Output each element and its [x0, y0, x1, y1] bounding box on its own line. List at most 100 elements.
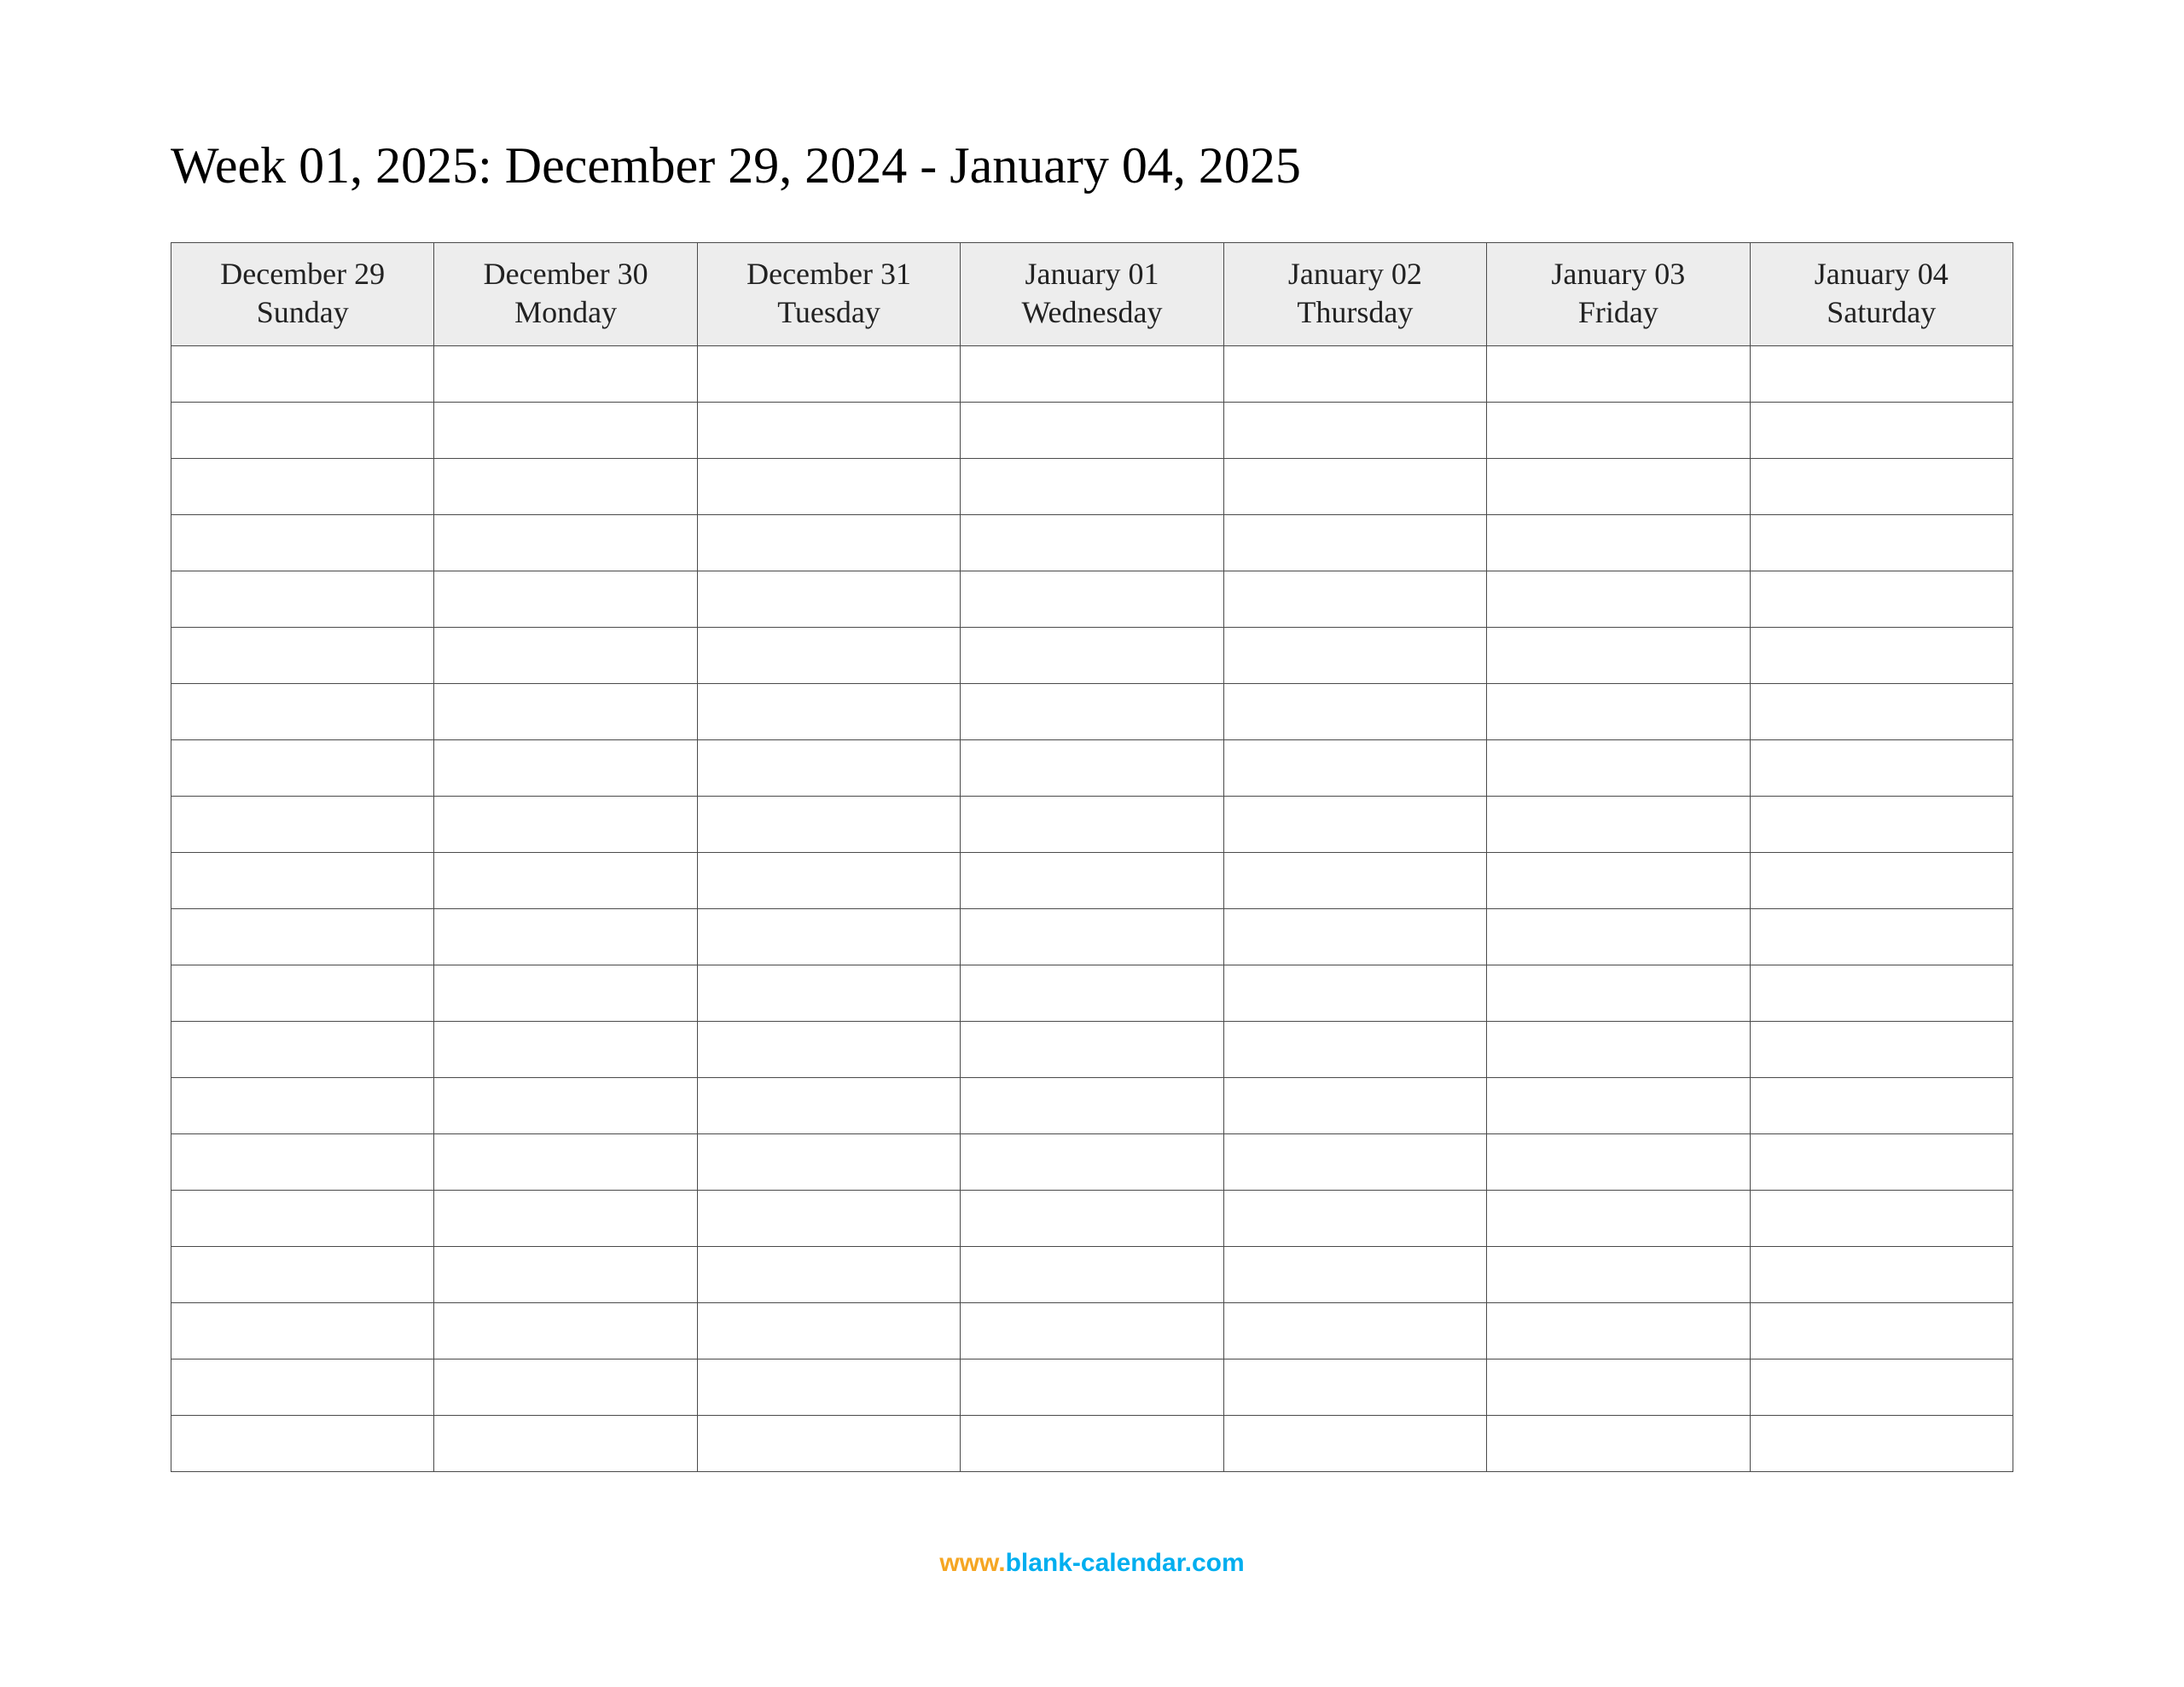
calendar-cell[interactable]: [1750, 1022, 2013, 1078]
calendar-cell[interactable]: [434, 628, 697, 684]
calendar-cell[interactable]: [434, 1416, 697, 1472]
calendar-cell[interactable]: [171, 853, 434, 909]
calendar-cell[interactable]: [1487, 1416, 1750, 1472]
calendar-cell[interactable]: [1487, 684, 1750, 740]
calendar-cell[interactable]: [1223, 571, 1486, 628]
calendar-cell[interactable]: [1223, 403, 1486, 459]
calendar-cell[interactable]: [1223, 1247, 1486, 1303]
calendar-cell[interactable]: [961, 1359, 1223, 1416]
calendar-cell[interactable]: [1223, 965, 1486, 1022]
calendar-cell[interactable]: [434, 740, 697, 797]
calendar-cell[interactable]: [1750, 1416, 2013, 1472]
calendar-cell[interactable]: [434, 1303, 697, 1359]
calendar-cell[interactable]: [171, 797, 434, 853]
calendar-cell[interactable]: [434, 1247, 697, 1303]
calendar-cell[interactable]: [1223, 515, 1486, 571]
calendar-cell[interactable]: [697, 571, 960, 628]
calendar-cell[interactable]: [434, 965, 697, 1022]
calendar-cell[interactable]: [1487, 1359, 1750, 1416]
calendar-cell[interactable]: [1750, 853, 2013, 909]
calendar-cell[interactable]: [171, 1303, 434, 1359]
calendar-cell[interactable]: [697, 797, 960, 853]
calendar-cell[interactable]: [1750, 1359, 2013, 1416]
calendar-cell[interactable]: [697, 1247, 960, 1303]
calendar-cell[interactable]: [1750, 628, 2013, 684]
calendar-cell[interactable]: [697, 1416, 960, 1472]
calendar-cell[interactable]: [1750, 403, 2013, 459]
calendar-cell[interactable]: [1223, 459, 1486, 515]
calendar-cell[interactable]: [961, 1247, 1223, 1303]
calendar-cell[interactable]: [961, 797, 1223, 853]
calendar-cell[interactable]: [1487, 628, 1750, 684]
calendar-cell[interactable]: [697, 1078, 960, 1134]
calendar-cell[interactable]: [697, 403, 960, 459]
calendar-cell[interactable]: [171, 515, 434, 571]
calendar-cell[interactable]: [1750, 1134, 2013, 1191]
calendar-cell[interactable]: [171, 1359, 434, 1416]
calendar-cell[interactable]: [1750, 684, 2013, 740]
calendar-cell[interactable]: [1223, 346, 1486, 403]
calendar-cell[interactable]: [171, 1078, 434, 1134]
calendar-cell[interactable]: [961, 1134, 1223, 1191]
calendar-cell[interactable]: [434, 346, 697, 403]
calendar-cell[interactable]: [1750, 515, 2013, 571]
calendar-cell[interactable]: [1223, 909, 1486, 965]
calendar-cell[interactable]: [961, 628, 1223, 684]
calendar-cell[interactable]: [171, 403, 434, 459]
calendar-cell[interactable]: [434, 1022, 697, 1078]
calendar-cell[interactable]: [1487, 571, 1750, 628]
calendar-cell[interactable]: [961, 1022, 1223, 1078]
calendar-cell[interactable]: [1487, 1303, 1750, 1359]
calendar-cell[interactable]: [961, 684, 1223, 740]
calendar-cell[interactable]: [1223, 684, 1486, 740]
calendar-cell[interactable]: [171, 965, 434, 1022]
calendar-cell[interactable]: [697, 515, 960, 571]
calendar-cell[interactable]: [171, 628, 434, 684]
calendar-cell[interactable]: [434, 515, 697, 571]
calendar-cell[interactable]: [697, 909, 960, 965]
calendar-cell[interactable]: [1223, 1359, 1486, 1416]
calendar-cell[interactable]: [961, 459, 1223, 515]
calendar-cell[interactable]: [697, 1303, 960, 1359]
calendar-cell[interactable]: [434, 1359, 697, 1416]
calendar-cell[interactable]: [961, 403, 1223, 459]
calendar-cell[interactable]: [961, 965, 1223, 1022]
calendar-cell[interactable]: [171, 740, 434, 797]
calendar-cell[interactable]: [1750, 740, 2013, 797]
calendar-cell[interactable]: [697, 740, 960, 797]
calendar-cell[interactable]: [961, 909, 1223, 965]
calendar-cell[interactable]: [961, 571, 1223, 628]
calendar-cell[interactable]: [697, 628, 960, 684]
calendar-cell[interactable]: [1487, 909, 1750, 965]
calendar-cell[interactable]: [1487, 1022, 1750, 1078]
calendar-cell[interactable]: [171, 1134, 434, 1191]
calendar-cell[interactable]: [434, 403, 697, 459]
calendar-cell[interactable]: [961, 346, 1223, 403]
calendar-cell[interactable]: [171, 684, 434, 740]
calendar-cell[interactable]: [1487, 346, 1750, 403]
calendar-cell[interactable]: [697, 1191, 960, 1247]
calendar-cell[interactable]: [1223, 628, 1486, 684]
calendar-cell[interactable]: [1223, 853, 1486, 909]
calendar-cell[interactable]: [434, 1191, 697, 1247]
calendar-cell[interactable]: [434, 1078, 697, 1134]
calendar-cell[interactable]: [434, 571, 697, 628]
calendar-cell[interactable]: [961, 853, 1223, 909]
calendar-cell[interactable]: [171, 909, 434, 965]
calendar-cell[interactable]: [1750, 1191, 2013, 1247]
calendar-cell[interactable]: [171, 1191, 434, 1247]
calendar-cell[interactable]: [171, 459, 434, 515]
calendar-cell[interactable]: [1750, 965, 2013, 1022]
calendar-cell[interactable]: [1750, 1247, 2013, 1303]
calendar-cell[interactable]: [1223, 1191, 1486, 1247]
calendar-cell[interactable]: [961, 740, 1223, 797]
calendar-cell[interactable]: [697, 459, 960, 515]
calendar-cell[interactable]: [697, 853, 960, 909]
calendar-cell[interactable]: [961, 1303, 1223, 1359]
calendar-cell[interactable]: [1487, 1191, 1750, 1247]
calendar-cell[interactable]: [697, 684, 960, 740]
calendar-cell[interactable]: [1750, 459, 2013, 515]
calendar-cell[interactable]: [171, 346, 434, 403]
calendar-cell[interactable]: [697, 965, 960, 1022]
calendar-cell[interactable]: [1750, 1303, 2013, 1359]
